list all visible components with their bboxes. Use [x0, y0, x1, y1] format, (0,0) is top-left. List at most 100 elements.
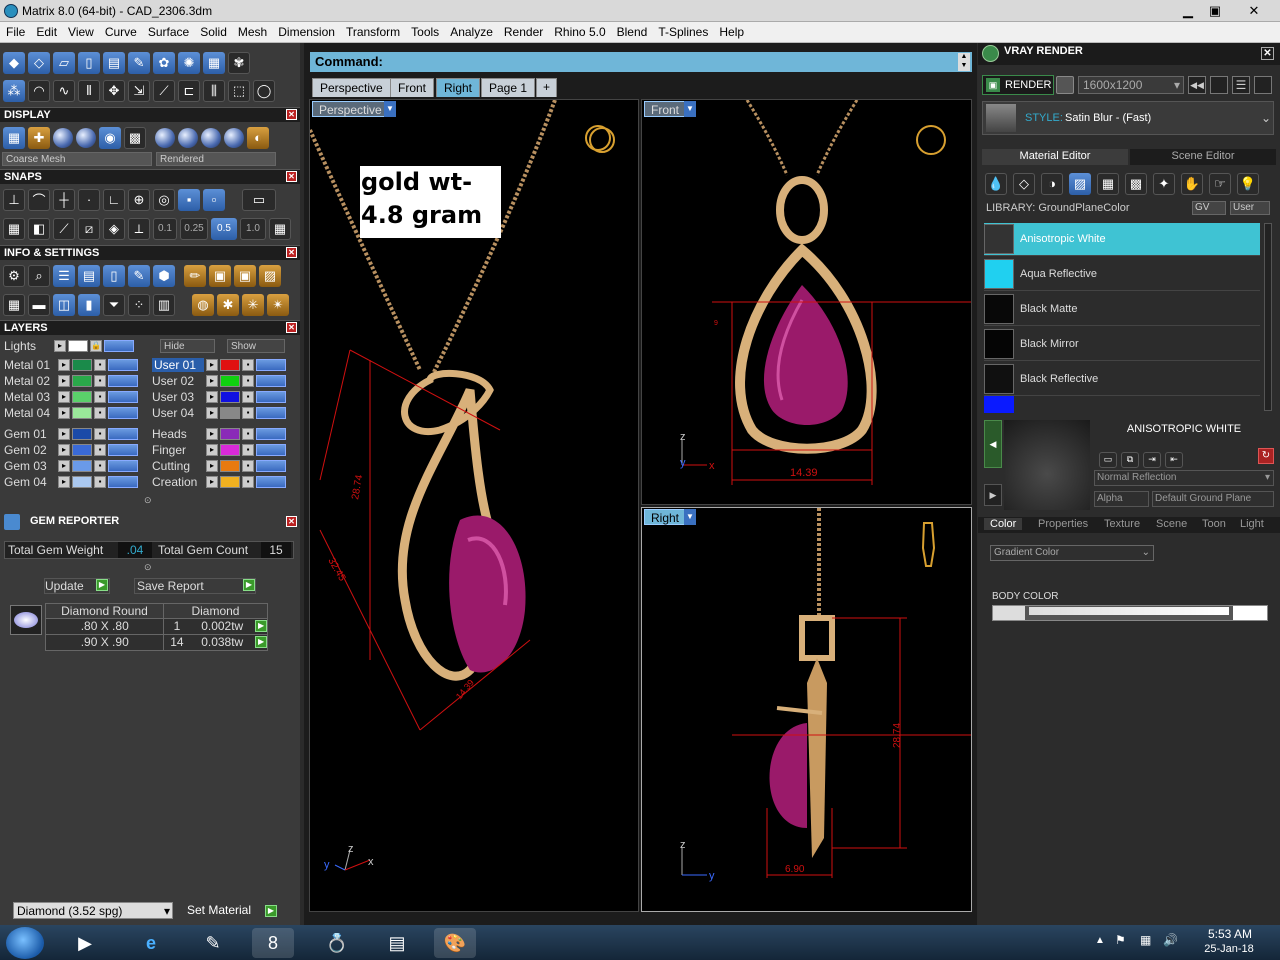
menu-help[interactable]: Help — [713, 22, 749, 39]
start-button[interactable] — [6, 927, 44, 959]
scatter-icon[interactable]: ⁘ — [128, 293, 150, 316]
surface-tool-icon[interactable]: ◆ — [3, 51, 25, 74]
lock-icon[interactable]: 🔒 — [90, 339, 102, 352]
menu-transform[interactable]: Transform — [340, 22, 405, 39]
right-viewport[interactable]: 28.74 6.90 z y Right ▼ — [641, 507, 972, 912]
layer-visibility-bar[interactable] — [256, 390, 286, 403]
layer-color-swatch[interactable] — [72, 443, 92, 456]
rewind-icon[interactable]: ◀◀ — [1188, 76, 1206, 94]
expand-icon[interactable]: ▸ — [206, 427, 218, 440]
material-scrollbar[interactable] — [1264, 223, 1272, 411]
lock-icon[interactable]: ▪ — [242, 358, 254, 371]
glossy-sphere-icon[interactable] — [76, 127, 96, 148]
layer-name[interactable]: User 02 — [152, 374, 204, 388]
pen-tool-icon[interactable]: ✎ — [128, 51, 150, 74]
tab-texture[interactable]: Texture — [1104, 518, 1140, 530]
reflection-select[interactable]: Normal Reflection ▾ — [1094, 470, 1274, 486]
ring-pattern-icon[interactable]: ✾ — [228, 51, 250, 74]
gear-tool-icon[interactable]: ✺ — [178, 51, 200, 74]
camera-icon[interactable] — [1056, 76, 1074, 94]
lock-icon[interactable]: ▪ — [242, 406, 254, 419]
cylinder-icon[interactable]: ▮ — [78, 293, 100, 316]
layer-color-swatch[interactable] — [220, 459, 240, 472]
select-gems-icon[interactable]: ▶ — [255, 636, 268, 648]
layer-color-swatch[interactable] — [72, 475, 92, 488]
lock-icon[interactable]: ▪ — [94, 459, 106, 472]
snap-value-3[interactable]: 1.0 — [240, 217, 266, 240]
shaded-sphere-icon[interactable] — [53, 127, 73, 148]
tab-scene[interactable]: Scene — [1156, 518, 1187, 530]
layer-color-swatch[interactable] — [72, 358, 92, 371]
layer-color-swatch[interactable] — [72, 459, 92, 472]
layer-visibility-bar[interactable] — [108, 459, 138, 472]
play-icon[interactable]: ▶ — [96, 579, 108, 591]
save-icon[interactable]: ▭ — [1099, 451, 1117, 468]
close-icon[interactable]: ✕ — [286, 516, 297, 527]
lock-icon[interactable]: ▪ — [242, 459, 254, 472]
snap-disable-icon[interactable]: ▭ — [242, 188, 276, 211]
matrix8-app-icon[interactable]: 8 — [252, 928, 294, 958]
frame-icon[interactable]: ▣ — [209, 264, 231, 287]
menu-dimension[interactable]: Dimension — [272, 22, 340, 39]
menu-render[interactable]: Render — [498, 22, 548, 39]
checker-icon[interactable]: ▦ — [1097, 172, 1119, 195]
link-tool-icon[interactable]: ⊏ — [178, 79, 200, 102]
grid-snap-icon[interactable]: ▦ — [3, 217, 25, 240]
light-bulb-icon[interactable]: 💡 — [1237, 172, 1259, 195]
ortho-icon[interactable]: ⟋ — [53, 217, 75, 240]
tab-front[interactable]: Front — [390, 78, 435, 97]
hand-icon[interactable]: ✋ — [1181, 172, 1203, 195]
hatched-sphere-icon[interactable] — [201, 127, 221, 148]
scroll-down-icon[interactable]: ▼ — [958, 62, 970, 71]
layer-name[interactable]: Finger — [152, 443, 204, 457]
mesh-quality-select[interactable]: Coarse Mesh — [2, 152, 152, 166]
show-hidden-icons-icon[interactable]: ▲ — [1095, 935, 1105, 946]
expand-icon[interactable]: ▸ — [58, 358, 70, 371]
layer-color-swatch[interactable] — [220, 358, 240, 371]
layer-name[interactable]: Cutting — [152, 459, 204, 473]
layer-row-metal-02[interactable]: Metal 02 ▸ ▪ — [4, 373, 138, 388]
network-icon[interactable]: ▦ — [1140, 933, 1151, 947]
internet-explorer-icon[interactable]: e — [130, 928, 172, 958]
preview-collapse-icon[interactable]: ◀ — [984, 420, 1002, 468]
layer-name[interactable]: Metal 02 — [4, 374, 56, 388]
expand-icon[interactable]: ▸ — [206, 443, 218, 456]
layer-color-swatch[interactable] — [220, 390, 240, 403]
monitor-icon[interactable]: ▬ — [28, 293, 50, 316]
mirror-tool-icon[interactable]: ⫼ — [203, 79, 225, 102]
split-tool-icon[interactable]: ⫴ — [78, 79, 100, 102]
settings-gear-icon[interactable]: ⚙ — [3, 264, 25, 287]
layer-row-user-01[interactable]: User 01 ▸ ▪ — [152, 357, 286, 372]
expand-icon[interactable]: ▸ — [58, 443, 70, 456]
list-item[interactable]: Black Reflective — [984, 363, 1260, 396]
array-tool-icon[interactable]: ▦ — [203, 51, 225, 74]
light-bulb-icon[interactable]: ◐ — [247, 126, 269, 149]
export-icon[interactable]: ⇥ — [1143, 451, 1161, 468]
layer-row-gem-04[interactable]: Gem 04 ▸ ▪ — [4, 474, 138, 489]
render-button[interactable]: ▣ RENDER — [982, 75, 1054, 95]
menu-tsplines[interactable]: T-Splines — [652, 22, 713, 39]
menu-blend[interactable]: Blend — [611, 22, 653, 39]
gv-toggle[interactable]: GV — [1192, 201, 1226, 215]
menu-tools[interactable]: Tools — [405, 22, 444, 39]
lock-icon[interactable]: ▪ — [94, 427, 106, 440]
dark-sphere-icon[interactable] — [224, 127, 244, 148]
snap-tan-icon[interactable]: ▫ — [203, 188, 225, 211]
cube-snap-icon[interactable]: ◧ — [28, 217, 50, 240]
layer-name[interactable]: User 03 — [152, 390, 204, 404]
tab-properties[interactable]: Properties — [1038, 518, 1088, 530]
expand-icon[interactable]: ▸ — [58, 459, 70, 472]
menu-curve[interactable]: Curve — [99, 22, 142, 39]
grid-view-icon[interactable]: ▦ — [3, 126, 25, 149]
close-icon[interactable]: ✕ — [286, 247, 297, 258]
sphere-icon[interactable]: ◑ — [1041, 172, 1063, 195]
file-explorer-icon[interactable]: ▤ — [376, 928, 418, 958]
layer-visibility-bar[interactable] — [108, 443, 138, 456]
options-list-icon[interactable]: ☰ — [1232, 76, 1250, 94]
list-item[interactable]: Black Matte — [984, 293, 1260, 326]
head-icon[interactable]: ✴ — [267, 293, 289, 316]
media-player-icon[interactable]: ▶ — [64, 928, 106, 958]
layer-visibility-bar[interactable] — [256, 475, 286, 488]
ground-plane-select[interactable]: Default Ground Plane — [1152, 491, 1274, 507]
layer-color-swatch[interactable] — [220, 475, 240, 488]
